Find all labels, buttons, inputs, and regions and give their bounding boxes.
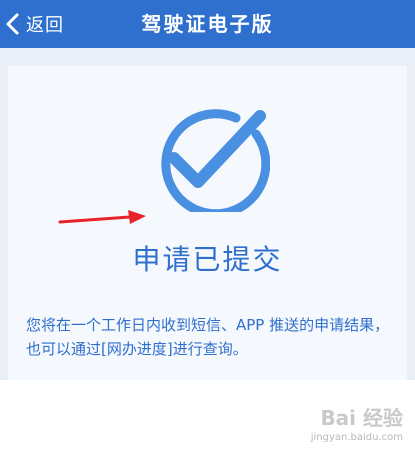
watermark-brand: Bai 经验 (320, 406, 403, 430)
status-description: 您将在一个工作日内收到短信、APP 推送的申请结果，也可以通过[网办进度]进行查… (26, 316, 390, 358)
watermark-url: jingyan.baidu.com (310, 432, 403, 443)
watermark-logo: Bai 经验 jingyan.baidu.com (273, 405, 403, 453)
chevron-left-icon (6, 13, 19, 35)
back-label: 返回 (26, 15, 64, 36)
checkmark-circle-icon (161, 109, 270, 212)
nav-bar: 返回 驾驶证电子版 (0, 0, 415, 48)
back-button[interactable]: 返回 (0, 0, 80, 48)
status-title: 申请已提交 (132, 243, 283, 276)
red-arrow-icon (58, 210, 146, 224)
